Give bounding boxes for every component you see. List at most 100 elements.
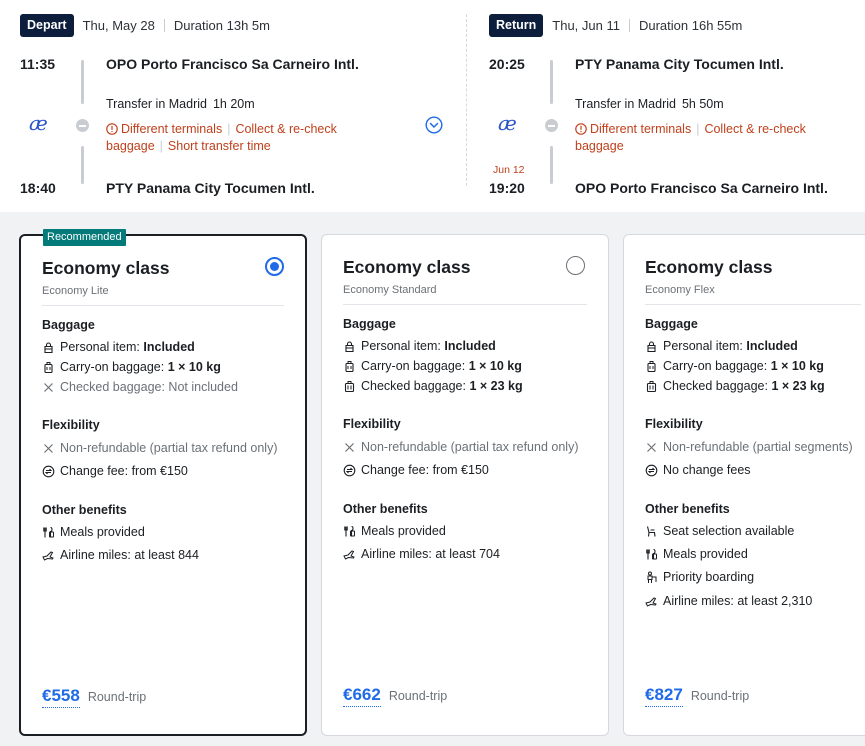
feature-label: Personal item:: [361, 339, 441, 353]
change-icon: [42, 465, 55, 477]
other-benefits-heading: Other benefits: [645, 502, 730, 516]
feature-label: Non-refundable (partial tax refund only): [60, 441, 278, 455]
feature-refund: Non-refundable (partial tax refund only): [343, 440, 578, 454]
warning-icon: [575, 123, 587, 135]
feature-carry-on: Carry-on baggage: 1 × 10 kg: [343, 359, 522, 373]
change-icon: [343, 464, 356, 476]
x-icon: [647, 442, 656, 452]
return-header: Return Thu, Jun 11 Duration 16h 55m: [489, 14, 742, 37]
fare-price[interactable]: €558: [42, 686, 80, 708]
feature-label: Airline miles: at least 704: [361, 547, 500, 561]
recommended-badge: Recommended: [43, 229, 126, 246]
header-divider: [628, 19, 630, 32]
feature-label: Airline miles: at least 2,310: [663, 594, 813, 608]
fare-subtitle: Economy Standard: [343, 284, 437, 296]
depart-origin-airport: OPO Porto Francisco Sa Carneiro Intl.: [106, 56, 359, 72]
feature-change-fee: Change fee: from €150: [42, 464, 188, 478]
transfer-city: Transfer in Madrid: [106, 97, 207, 111]
fare-price-row: €827 Round-trip: [645, 685, 749, 707]
feature-value: 1 × 10 kg: [167, 360, 221, 374]
seat-icon: [646, 525, 656, 537]
baggage-heading: Baggage: [42, 318, 95, 332]
feature-miles: Airline miles: at least 704: [343, 547, 500, 561]
fare-title: Economy class: [645, 257, 773, 277]
fare-price[interactable]: €662: [343, 685, 381, 707]
return-transfer-info: Transfer in Madrid 5h 50m: [575, 97, 724, 111]
feature-checked-baggage: Checked baggage: Not included: [42, 380, 238, 394]
feature-value: 1 × 23 kg: [469, 379, 523, 393]
transfer-city: Transfer in Madrid: [575, 97, 676, 111]
fare-radio-button[interactable]: [265, 257, 284, 276]
depart-destination-airport: PTY Panama City Tocumen Intl.: [106, 180, 315, 196]
route-line: [81, 60, 84, 104]
depart-header: Depart Thu, May 28 Duration 13h 5m: [20, 14, 270, 37]
svg-text:æ: æ: [498, 111, 517, 135]
miles-icon: [42, 550, 54, 561]
fare-card-economy-standard[interactable]: Economy class Economy Standard Baggage P…: [321, 234, 609, 736]
fare-price[interactable]: €827: [645, 685, 683, 707]
warning-divider: |: [227, 122, 231, 136]
feature-miles: Airline miles: at least 2,310: [645, 594, 812, 608]
x-icon: [44, 382, 53, 392]
feature-personal-item: Personal item: Included: [42, 340, 195, 354]
feature-label: Personal item:: [663, 339, 743, 353]
feature-carry-on: Carry-on baggage: 1 × 10 kg: [645, 359, 824, 373]
feature-label: Carry-on baggage:: [361, 359, 466, 373]
fare-card-economy-lite[interactable]: Recommended Economy class Economy Lite B…: [19, 229, 307, 736]
fare-radio-button[interactable]: [566, 256, 585, 275]
x-icon: [44, 443, 53, 453]
warning-different-terminals: Different terminals: [121, 122, 223, 136]
flexibility-heading: Flexibility: [645, 417, 703, 431]
bag-icon: [345, 340, 354, 352]
feature-label: Meals provided: [361, 524, 446, 538]
meal-icon: [646, 548, 657, 559]
feature-value: Included: [444, 339, 496, 353]
feature-change-fee: No change fees: [645, 463, 751, 477]
meal-icon: [344, 525, 355, 536]
return-date: Thu, Jun 11: [552, 18, 620, 33]
other-benefits-heading: Other benefits: [42, 503, 127, 517]
feature-label: Seat selection available: [663, 524, 795, 538]
depart-duration: Duration 13h 5m: [173, 18, 270, 33]
fare-card-economy-flex[interactable]: Economy class Economy Flex Baggage Perso…: [623, 234, 865, 736]
feature-personal-item: Personal item: Included: [343, 339, 496, 353]
depart-departure-time: 11:35: [20, 56, 56, 72]
feature-meals: Meals provided: [645, 547, 748, 561]
arrival-next-day-note: Jun 12: [493, 164, 525, 176]
flexibility-heading: Flexibility: [343, 417, 401, 431]
warning-divider: |: [159, 138, 163, 153]
feature-refund: Non-refundable (partial tax refund only): [42, 441, 277, 455]
depart-arrival-time: 18:40: [20, 180, 56, 196]
priority-icon: [647, 571, 657, 583]
feature-refund: Non-refundable (partial segments): [645, 440, 853, 454]
feature-label: Checked baggage:: [663, 379, 768, 393]
svg-text:æ: æ: [29, 111, 48, 135]
baggage-heading: Baggage: [645, 317, 698, 331]
fare-price-row: €558 Round-trip: [42, 686, 146, 708]
feature-priority-boarding: Priority boarding: [645, 570, 754, 584]
return-departure-time: 20:25: [489, 56, 525, 72]
carry-on-icon: [647, 360, 656, 372]
fare-options-section: Recommended Economy class Economy Lite B…: [0, 212, 865, 746]
depart-date: Thu, May 28: [82, 18, 155, 33]
feature-label: Meals provided: [60, 525, 145, 539]
feature-label: Carry-on baggage:: [60, 360, 165, 374]
transfer-duration: 1h 20m: [212, 97, 255, 111]
price-note: Round-trip: [690, 689, 750, 703]
airline-logo-icon: æ: [29, 111, 48, 135]
feature-value: Included: [143, 340, 195, 354]
carry-on-icon: [345, 360, 354, 372]
feature-value: 1 × 10 kg: [770, 359, 824, 373]
expand-details-button[interactable]: [425, 116, 443, 134]
meal-icon: [43, 526, 54, 537]
card-divider: [343, 304, 587, 305]
card-divider: [645, 304, 861, 305]
suitcase-icon: [646, 380, 657, 392]
fare-title: Economy class: [42, 258, 170, 278]
feature-miles: Airline miles: at least 844: [42, 548, 199, 562]
miles-icon: [645, 596, 657, 607]
feature-label: Change fee: from €150: [361, 463, 489, 477]
fare-price-row: €662 Round-trip: [343, 685, 447, 707]
return-arrival-time: 19:20: [489, 180, 525, 196]
warning-divider: |: [696, 122, 700, 136]
